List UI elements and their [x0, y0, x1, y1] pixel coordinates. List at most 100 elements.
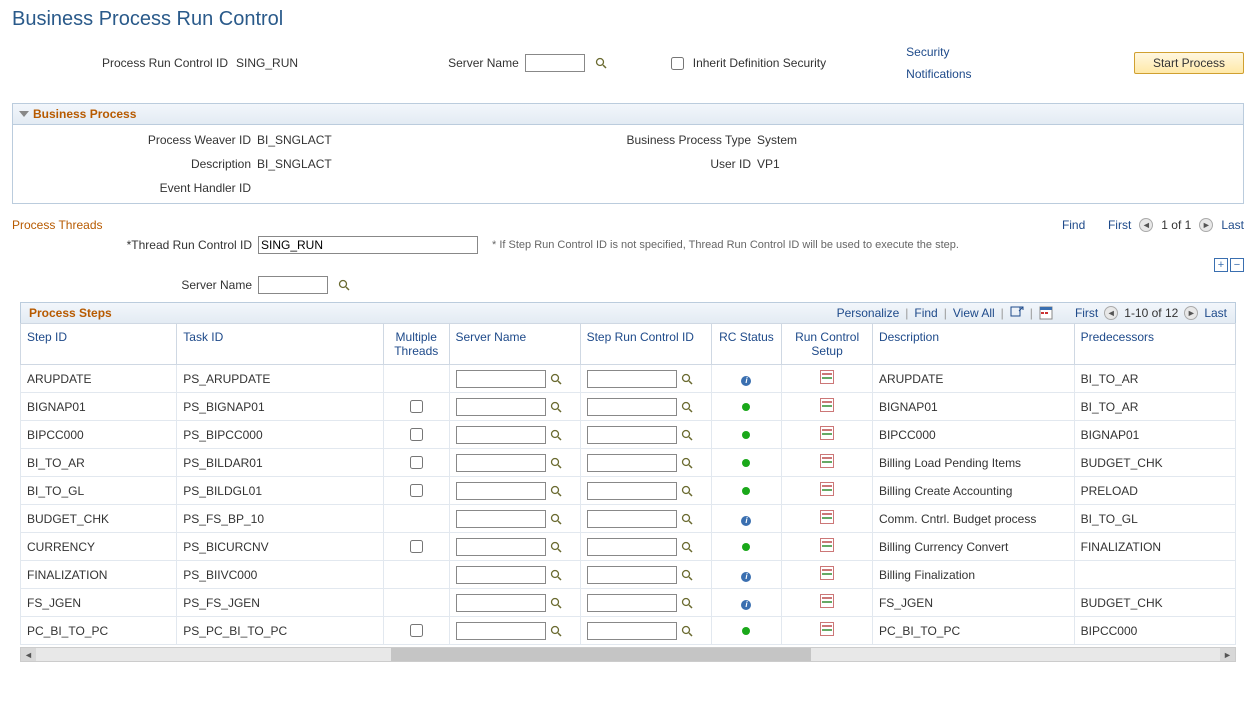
step-rcid-input[interactable]: [587, 482, 677, 500]
security-link[interactable]: Security: [906, 45, 971, 59]
business-process-header[interactable]: Business Process: [13, 104, 1243, 125]
step-rcid-input[interactable]: [587, 370, 677, 388]
run-control-setup-icon[interactable]: [820, 426, 834, 440]
col-rc-status[interactable]: RC Status: [711, 324, 782, 365]
col-rc-setup[interactable]: Run Control Setup: [782, 324, 873, 365]
run-control-setup-icon[interactable]: [820, 398, 834, 412]
threads-next-icon[interactable]: ►: [1199, 218, 1213, 232]
threads-prev-icon[interactable]: ◄: [1139, 218, 1153, 232]
step-rcid-input[interactable]: [587, 594, 677, 612]
threads-first[interactable]: First: [1108, 218, 1131, 232]
zoom-icon[interactable]: [1010, 306, 1024, 320]
multiple-threads-checkbox[interactable]: [410, 400, 423, 413]
server-input[interactable]: [456, 370, 546, 388]
ok-status-icon[interactable]: [742, 459, 750, 467]
notifications-link[interactable]: Notifications: [906, 67, 971, 81]
steps-prev-icon[interactable]: ◄: [1104, 306, 1118, 320]
personalize-link[interactable]: Personalize: [837, 306, 900, 320]
ok-status-icon[interactable]: [742, 487, 750, 495]
add-row-button[interactable]: +: [1214, 258, 1228, 272]
run-control-setup-icon[interactable]: [820, 482, 834, 496]
scroll-right-icon[interactable]: ►: [1220, 648, 1235, 661]
run-control-setup-icon[interactable]: [820, 370, 834, 384]
lookup-icon[interactable]: [681, 485, 693, 497]
view-all-link[interactable]: View All: [953, 306, 995, 320]
step-rcid-input[interactable]: [587, 510, 677, 528]
run-control-setup-icon[interactable]: [820, 510, 834, 524]
lookup-icon[interactable]: [681, 429, 693, 441]
scroll-left-icon[interactable]: ◄: [21, 648, 36, 661]
lookup-icon[interactable]: [550, 373, 562, 385]
lookup-icon[interactable]: [550, 457, 562, 469]
lookup-icon[interactable]: [681, 513, 693, 525]
col-step-rcid[interactable]: Step Run Control ID: [580, 324, 711, 365]
info-status-icon[interactable]: i: [741, 600, 751, 610]
server-input[interactable]: [456, 566, 546, 584]
server-name-input[interactable]: [525, 54, 585, 72]
lookup-icon[interactable]: [550, 625, 562, 637]
col-predecessors[interactable]: Predecessors: [1074, 324, 1235, 365]
step-rcid-input[interactable]: [587, 454, 677, 472]
info-status-icon[interactable]: i: [741, 572, 751, 582]
step-rcid-input[interactable]: [587, 622, 677, 640]
ok-status-icon[interactable]: [742, 403, 750, 411]
ok-status-icon[interactable]: [742, 543, 750, 551]
lookup-icon[interactable]: [681, 373, 693, 385]
lookup-icon[interactable]: [338, 279, 350, 291]
thread-server-input[interactable]: [258, 276, 328, 294]
step-rcid-input[interactable]: [587, 566, 677, 584]
lookup-icon[interactable]: [681, 541, 693, 553]
run-control-setup-icon[interactable]: [820, 566, 834, 580]
run-control-setup-icon[interactable]: [820, 594, 834, 608]
lookup-icon[interactable]: [550, 541, 562, 553]
ok-status-icon[interactable]: [742, 627, 750, 635]
server-input[interactable]: [456, 538, 546, 556]
steps-last[interactable]: Last: [1204, 306, 1227, 320]
server-input[interactable]: [456, 454, 546, 472]
inherit-security-checkbox[interactable]: [671, 57, 684, 70]
col-multiple-threads[interactable]: Multiple Threads: [383, 324, 449, 365]
lookup-icon[interactable]: [550, 597, 562, 609]
server-input[interactable]: [456, 398, 546, 416]
lookup-icon[interactable]: [550, 429, 562, 441]
lookup-icon[interactable]: [550, 569, 562, 581]
run-control-setup-icon[interactable]: [820, 538, 834, 552]
multiple-threads-checkbox[interactable]: [410, 428, 423, 441]
lookup-icon[interactable]: [550, 401, 562, 413]
server-input[interactable]: [456, 482, 546, 500]
step-rcid-input[interactable]: [587, 426, 677, 444]
threads-last[interactable]: Last: [1221, 218, 1244, 232]
multiple-threads-checkbox[interactable]: [410, 624, 423, 637]
col-description[interactable]: Description: [872, 324, 1074, 365]
lookup-icon[interactable]: [681, 457, 693, 469]
col-step-id[interactable]: Step ID: [21, 324, 177, 365]
info-status-icon[interactable]: i: [741, 376, 751, 386]
delete-row-button[interactable]: −: [1230, 258, 1244, 272]
server-input[interactable]: [456, 622, 546, 640]
run-control-setup-icon[interactable]: [820, 622, 834, 636]
multiple-threads-checkbox[interactable]: [410, 540, 423, 553]
info-status-icon[interactable]: i: [741, 516, 751, 526]
download-icon[interactable]: [1039, 306, 1053, 320]
lookup-icon[interactable]: [681, 569, 693, 581]
steps-find-link[interactable]: Find: [914, 306, 937, 320]
col-task-id[interactable]: Task ID: [177, 324, 384, 365]
server-input[interactable]: [456, 426, 546, 444]
col-server-name[interactable]: Server Name: [449, 324, 580, 365]
server-input[interactable]: [456, 510, 546, 528]
lookup-icon[interactable]: [681, 597, 693, 609]
thread-rcid-input[interactable]: [258, 236, 478, 254]
run-control-setup-icon[interactable]: [820, 454, 834, 468]
start-process-button[interactable]: Start Process: [1134, 52, 1244, 74]
steps-next-icon[interactable]: ►: [1184, 306, 1198, 320]
lookup-icon[interactable]: [550, 485, 562, 497]
lookup-icon[interactable]: [681, 625, 693, 637]
lookup-icon[interactable]: [595, 57, 607, 69]
lookup-icon[interactable]: [550, 513, 562, 525]
lookup-icon[interactable]: [681, 401, 693, 413]
threads-find-link[interactable]: Find: [1062, 218, 1085, 232]
horizontal-scrollbar[interactable]: ◄ ►: [20, 647, 1236, 662]
step-rcid-input[interactable]: [587, 538, 677, 556]
multiple-threads-checkbox[interactable]: [410, 484, 423, 497]
server-input[interactable]: [456, 594, 546, 612]
